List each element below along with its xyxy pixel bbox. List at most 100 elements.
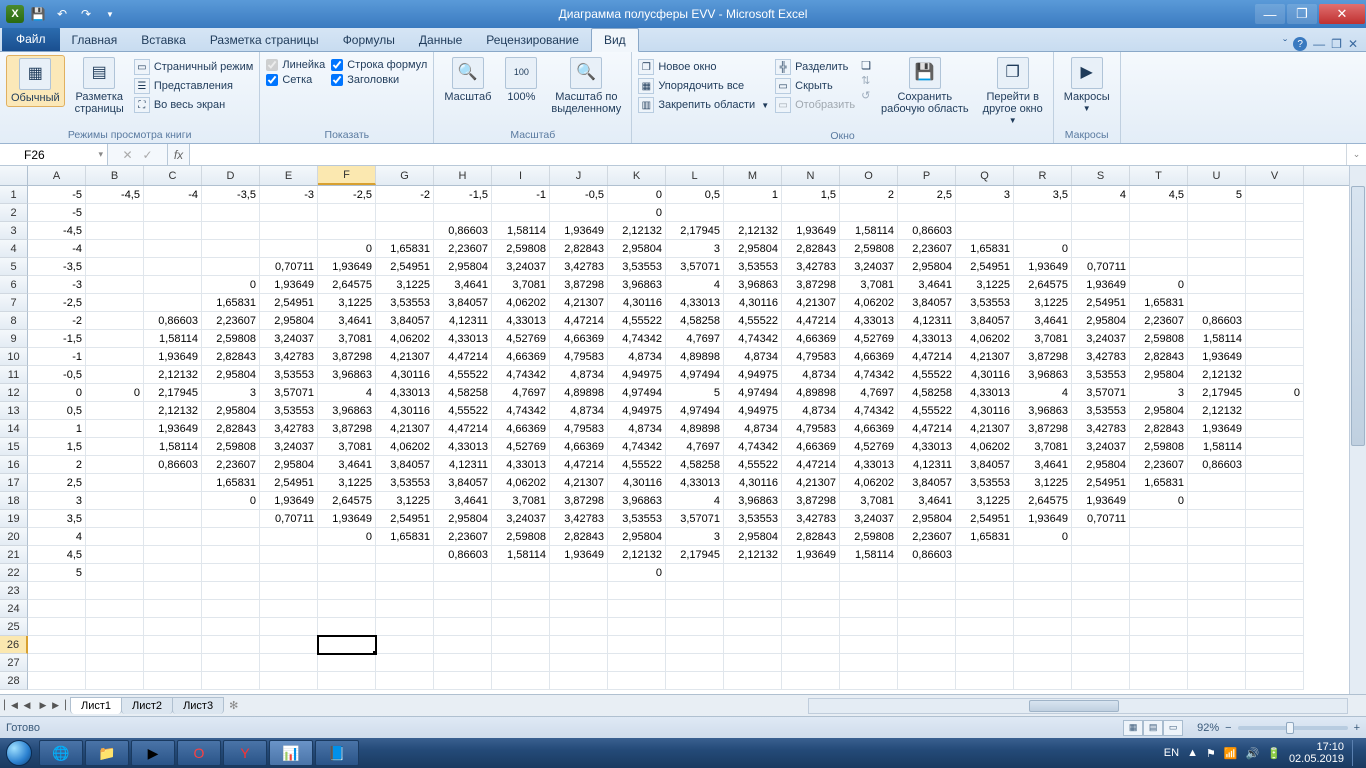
cell[interactable]: 1,58114 xyxy=(144,438,202,456)
cell[interactable] xyxy=(898,618,956,636)
cell[interactable]: -4 xyxy=(144,186,202,204)
help-icon[interactable]: ? xyxy=(1293,37,1307,51)
cell[interactable] xyxy=(898,636,956,654)
cell[interactable]: 2,95804 xyxy=(260,456,318,474)
column-header[interactable]: C xyxy=(144,166,202,185)
cell[interactable]: 3,7081 xyxy=(318,438,376,456)
cell[interactable]: 0,5 xyxy=(666,186,724,204)
cell[interactable] xyxy=(144,240,202,258)
cell[interactable]: 4,47214 xyxy=(782,456,840,474)
tab-insert[interactable]: Вставка xyxy=(129,29,198,51)
cell[interactable] xyxy=(1130,672,1188,690)
cell[interactable]: 3,1225 xyxy=(376,492,434,510)
cell[interactable]: 4,30116 xyxy=(956,366,1014,384)
cell[interactable] xyxy=(318,636,376,654)
column-header[interactable]: L xyxy=(666,166,724,185)
cell[interactable] xyxy=(1072,654,1130,672)
cell[interactable]: -2,5 xyxy=(318,186,376,204)
cell[interactable] xyxy=(1014,636,1072,654)
taskbar-ie[interactable]: 🌐 xyxy=(39,740,83,766)
cell[interactable]: -4,5 xyxy=(28,222,86,240)
cell[interactable]: 3,1225 xyxy=(956,492,1014,510)
cell[interactable]: 2,95804 xyxy=(1072,312,1130,330)
cell[interactable] xyxy=(376,636,434,654)
cell[interactable] xyxy=(724,654,782,672)
cell[interactable] xyxy=(782,600,840,618)
cell[interactable] xyxy=(260,204,318,222)
cell[interactable] xyxy=(1072,636,1130,654)
minimize-button[interactable]: ― xyxy=(1255,4,1285,24)
cell[interactable]: 1,65831 xyxy=(202,294,260,312)
cell[interactable]: 1,65831 xyxy=(956,240,1014,258)
cell[interactable] xyxy=(86,456,144,474)
cell[interactable]: -1,5 xyxy=(28,330,86,348)
column-header[interactable]: I xyxy=(492,166,550,185)
cell[interactable]: 4,58258 xyxy=(666,312,724,330)
network-icon[interactable]: 📶 xyxy=(1224,747,1238,760)
cell[interactable]: 4 xyxy=(666,492,724,510)
cell[interactable]: 4,79583 xyxy=(782,348,840,366)
cell[interactable]: 3,84057 xyxy=(376,456,434,474)
new-window-button[interactable]: ❐Новое окно xyxy=(638,59,769,75)
cell[interactable]: 4,33013 xyxy=(840,456,898,474)
cell[interactable]: 0,70711 xyxy=(260,510,318,528)
column-header[interactable]: V xyxy=(1246,166,1304,185)
cell[interactable]: 3,7081 xyxy=(1014,330,1072,348)
cell[interactable]: 3,84057 xyxy=(434,474,492,492)
cell[interactable]: 2,59808 xyxy=(1130,438,1188,456)
cell[interactable]: 1,93649 xyxy=(782,222,840,240)
cell[interactable]: 1,5 xyxy=(28,438,86,456)
cell[interactable]: 2,59808 xyxy=(840,528,898,546)
column-header[interactable]: K xyxy=(608,166,666,185)
row-header[interactable]: 22 xyxy=(0,564,28,582)
cell[interactable]: 2,95804 xyxy=(724,240,782,258)
cell[interactable] xyxy=(550,618,608,636)
cell[interactable] xyxy=(1188,222,1246,240)
cell[interactable] xyxy=(318,222,376,240)
cell[interactable]: 1,65831 xyxy=(956,528,1014,546)
cell[interactable] xyxy=(144,294,202,312)
cell[interactable] xyxy=(724,582,782,600)
cell[interactable]: 2 xyxy=(840,186,898,204)
cell[interactable] xyxy=(144,546,202,564)
cell[interactable]: 1,65831 xyxy=(202,474,260,492)
cell[interactable]: 4,97494 xyxy=(666,402,724,420)
cell[interactable]: 4,66369 xyxy=(840,420,898,438)
new-sheet-icon[interactable]: ✻ xyxy=(223,699,244,712)
cell[interactable]: 2,12132 xyxy=(144,366,202,384)
cell[interactable]: 4,12311 xyxy=(434,312,492,330)
cell[interactable]: 3,7081 xyxy=(840,276,898,294)
cell[interactable]: 4,8734 xyxy=(782,402,840,420)
cell[interactable]: -1 xyxy=(28,348,86,366)
cell[interactable] xyxy=(28,636,86,654)
cell[interactable] xyxy=(144,510,202,528)
cell[interactable]: 4,33013 xyxy=(666,294,724,312)
cell[interactable] xyxy=(144,276,202,294)
cell[interactable] xyxy=(1246,186,1304,204)
cell[interactable] xyxy=(86,582,144,600)
cell[interactable]: 2,95804 xyxy=(724,528,782,546)
row-header[interactable]: 15 xyxy=(0,438,28,456)
select-all-corner[interactable] xyxy=(0,166,28,185)
cell[interactable]: 4,21307 xyxy=(782,474,840,492)
cell[interactable]: 0,86603 xyxy=(1188,456,1246,474)
cell[interactable]: 2,64575 xyxy=(318,492,376,510)
sheet-nav[interactable]: ▏◀◀▶▶▕ xyxy=(0,700,70,711)
row-header[interactable]: 11 xyxy=(0,366,28,384)
cell[interactable]: 4,12311 xyxy=(434,456,492,474)
cell[interactable]: 0,86603 xyxy=(144,456,202,474)
cell[interactable]: 1,58114 xyxy=(492,546,550,564)
cell[interactable]: 2,95804 xyxy=(898,258,956,276)
cell[interactable] xyxy=(724,636,782,654)
scrollbar-thumb[interactable] xyxy=(1029,700,1119,712)
cell[interactable]: 2,82843 xyxy=(550,240,608,258)
cell[interactable]: 3,87298 xyxy=(1014,420,1072,438)
cell[interactable] xyxy=(1130,582,1188,600)
cell[interactable] xyxy=(260,672,318,690)
cell[interactable] xyxy=(1188,474,1246,492)
sheet-tab[interactable]: Лист3 xyxy=(172,697,224,714)
cell[interactable]: 3,7081 xyxy=(492,276,550,294)
cell[interactable] xyxy=(86,600,144,618)
cell[interactable] xyxy=(550,654,608,672)
cell[interactable]: 4,55522 xyxy=(608,456,666,474)
